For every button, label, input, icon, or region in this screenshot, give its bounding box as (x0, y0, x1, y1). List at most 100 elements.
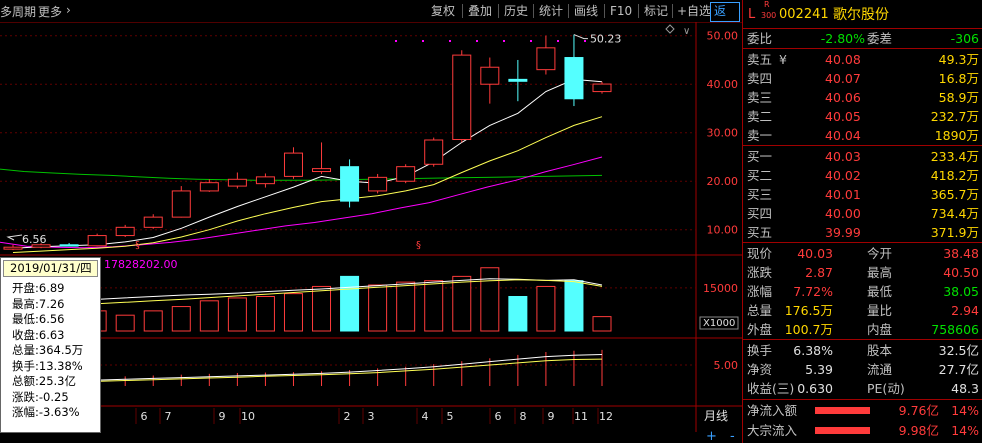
dividend-marker: § (416, 240, 421, 251)
divider (743, 242, 982, 243)
overlay-button[interactable]: 叠加 (465, 2, 495, 20)
low-label: 6.56 (22, 233, 47, 246)
event-dot (584, 40, 586, 42)
quote-label: 涨跌 (747, 265, 773, 280)
volume-header-value: 17828202.00 (104, 258, 177, 271)
draw-line-button[interactable]: 画线 (571, 2, 601, 20)
flow-value: 9.98亿 (898, 423, 939, 438)
stock-header: L R 300 002241 歌尔股份 (743, 0, 982, 26)
stock-sub-300: 300 (761, 11, 777, 20)
stat-label: PE(动) (867, 381, 905, 396)
candle-up (283, 152, 303, 177)
chart-toolbar: 多周期 更多 › 复权 叠加 历史 统计 画线 F10 标记 +自选 返回 (0, 0, 740, 34)
quote-value: 7.72% (793, 284, 833, 299)
quote-value: 2.94 (951, 303, 979, 318)
toolbar-divider (638, 4, 639, 18)
sell-price: 40.04 (825, 128, 861, 143)
more-menu[interactable]: 更多 (38, 3, 62, 20)
candle-up (199, 182, 219, 192)
price-tick-label: 10.00 (707, 224, 739, 237)
sell-level-label: 卖一 (747, 128, 773, 143)
weibi-row: 委比 -2.80% 委差 -306 (743, 29, 982, 48)
volume-tick-label: 15000 (703, 282, 738, 295)
stock-code: 002241 (779, 7, 829, 22)
stat-value: 6.38% (793, 343, 833, 358)
x-tick-label: 2 (344, 410, 351, 423)
volume-bar-up (480, 267, 500, 332)
flow-value: 9.76亿 (898, 403, 939, 418)
candle-up (592, 83, 612, 93)
buy-volume: 418.2万 (930, 168, 979, 183)
price-tick-label: 50.00 (707, 30, 739, 43)
event-dot (449, 40, 451, 42)
period-selector[interactable]: 多周期 (0, 3, 36, 20)
add-watchlist-button[interactable]: +自选 (674, 2, 714, 20)
volume-bar-down (564, 280, 584, 332)
kline-chart[interactable]: 50.00 40.00 30.00 20.00 10.00 50.23 6.56 § § ∨ 178… (0, 22, 742, 443)
statistics-button[interactable]: 统计 (536, 2, 566, 20)
candle-up (87, 235, 107, 247)
flow-percent: 14% (951, 423, 979, 438)
volume-bar-up (396, 281, 416, 332)
divider (743, 339, 982, 340)
flow-bar (815, 427, 870, 434)
sell-level-label: 卖四 (747, 71, 773, 86)
sell-row: 卖三 40.06 58.9万 (743, 88, 982, 107)
sell-volume: 232.7万 (930, 109, 979, 124)
stat-value: 5.39 (805, 362, 833, 377)
volume-bar-down (508, 296, 528, 332)
tooltip-open: 开盘:6.89 (12, 281, 65, 295)
quote-value: 100.7万 (784, 322, 833, 337)
fuquan-button[interactable]: 复权 (428, 2, 458, 20)
zoom-out-icon[interactable]: - (730, 429, 735, 443)
more-chevron-icon[interactable]: › (66, 3, 71, 17)
sell-price: 40.05 (825, 109, 861, 124)
return-button[interactable]: 返回 (710, 2, 740, 34)
flow-bar (815, 407, 870, 414)
quote-label: 内盘 (867, 322, 893, 337)
f10-button[interactable]: F10 (607, 2, 635, 20)
zoom-in-icon[interactable]: + (706, 429, 717, 443)
indicator-tick-label: 5.00 (714, 359, 739, 372)
tooltip-date: 2019/01/31/四 (3, 260, 98, 277)
event-dot (530, 40, 532, 42)
toolbar-divider (604, 4, 605, 18)
quote-panel: L R 300 002241 歌尔股份 委比 -2.80% 委差 -306 卖五… (742, 0, 982, 443)
dividend-marker: § (135, 240, 140, 251)
stat-value: 32.5亿 (938, 343, 979, 358)
quote-label: 量比 (867, 303, 893, 318)
candle-tooltip: 2019/01/31/四 开盘:6.89 最高:7.26 最低:6.56 收盘:… (0, 257, 101, 433)
quote-value: 38.05 (943, 284, 979, 299)
stat-label: 流通 (867, 362, 893, 377)
buy-price: 40.02 (825, 168, 861, 183)
stock-sub-r: R (764, 0, 770, 9)
mark-button[interactable]: 标记 (641, 2, 671, 20)
volume-bar-up (368, 284, 388, 332)
volume-bar-up (255, 296, 275, 332)
tooltip-close: 收盘:6.63 (12, 327, 65, 342)
divider (743, 48, 982, 49)
tooltip-high: 最高:7.26 (12, 296, 65, 311)
buy-level-label: 买三 (747, 187, 773, 202)
stat-label: 换手 (747, 343, 773, 358)
quote-value: 176.5万 (784, 303, 833, 318)
stock-marker: L (748, 7, 756, 22)
sell-volume: 16.8万 (938, 71, 979, 86)
tooltip-low: 最低:6.56 (12, 312, 65, 326)
sell-row: 卖四 40.07 16.8万 (743, 69, 982, 88)
flow-label: 大宗流入 (747, 423, 798, 438)
quote-label: 外盘 (747, 322, 773, 337)
candle-up (312, 168, 332, 173)
quote-value: 40.03 (797, 246, 833, 261)
history-button[interactable]: 历史 (501, 2, 531, 20)
toolbar-divider (672, 4, 673, 18)
buy-level-label: 买五 (747, 225, 773, 240)
quote-row: 外盘 100.7万 内盘 758606 (743, 320, 982, 339)
price-tick-label: 30.00 (707, 127, 739, 140)
x-tick-label: 7 (165, 410, 172, 423)
stat-row: 净资 5.39 流通 27.7亿 (743, 360, 982, 379)
weicha-value: -306 (950, 31, 979, 46)
candle-down (59, 244, 79, 247)
weicha-label: 委差 (867, 31, 893, 46)
sell-level-label: 卖二 (747, 109, 773, 124)
